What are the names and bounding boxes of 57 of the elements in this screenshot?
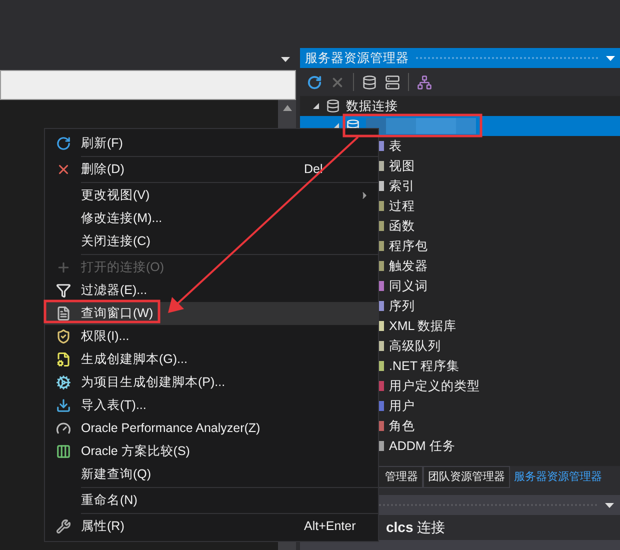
tree-item[interactable]: .NET 程序集: [389, 356, 460, 376]
gauge-icon: [56, 421, 70, 436]
tree-item[interactable]: 数据连接: [346, 96, 398, 116]
dropdown-icon[interactable]: [605, 502, 614, 508]
columns-icon: [56, 444, 70, 459]
refresh-icon: [56, 136, 70, 151]
menu-item[interactable]: 查询窗口(W): [45, 302, 378, 325]
tree-item[interactable]: 表: [389, 136, 402, 156]
tree-item[interactable]: 触发器: [389, 256, 428, 276]
refresh-icon[interactable]: [307, 74, 322, 90]
scroll-up-icon[interactable]: [282, 105, 292, 111]
plus-icon: [56, 260, 70, 275]
tree-item[interactable]: 高级队列: [389, 336, 441, 356]
menu-item[interactable]: 权限(I)...: [45, 325, 378, 348]
menu-item[interactable]: 导入表(T)...: [45, 394, 378, 417]
hierarchy-icon[interactable]: [417, 74, 432, 90]
menu-item[interactable]: 为项目生成创建脚本(P)...: [45, 371, 378, 394]
filter-icon: [56, 283, 70, 298]
menu-item[interactable]: Oracle Performance Analyzer(Z): [45, 417, 378, 440]
tree-item[interactable]: 角色: [389, 416, 415, 436]
menu-item[interactable]: Oracle 方案比较(S): [45, 440, 378, 463]
tree-item[interactable]: 程序包: [389, 236, 428, 256]
download-icon: [56, 398, 70, 413]
tree-item[interactable]: ADDM 任务: [389, 436, 456, 456]
document-icon: [56, 306, 70, 321]
menu-item[interactable]: 过滤器(E)...: [45, 279, 378, 302]
file-gear-icon: [56, 352, 70, 367]
gear-icon: [56, 375, 70, 390]
menu-item[interactable]: 修改连接(M)...: [45, 207, 378, 230]
menu-item[interactable]: 更改视图(V): [45, 184, 378, 207]
tree-item[interactable]: 函数: [389, 216, 415, 236]
tree-item[interactable]: 用户: [389, 396, 415, 416]
tree-item[interactable]: 视图: [389, 156, 415, 176]
database-icon: [326, 99, 340, 113]
tree-item[interactable]: 序列: [389, 296, 415, 316]
tree-item[interactable]: 用户定义的类型: [389, 376, 480, 396]
tree-item[interactable]: 过程: [389, 196, 415, 216]
menu-item[interactable]: 刷新(F): [45, 132, 378, 155]
dropdown-icon[interactable]: [281, 56, 290, 62]
dropdown-icon[interactable]: [606, 56, 615, 60]
database-icon[interactable]: [362, 74, 377, 90]
panel-title: 服务器资源管理器: [305, 50, 409, 67]
wrench-icon: [56, 519, 70, 534]
server-icon[interactable]: [385, 74, 400, 90]
tree-item[interactable]: 同义词: [389, 276, 428, 296]
tree-item[interactable]: XML 数据库: [389, 316, 457, 336]
menu-item[interactable]: 新建查询(Q): [45, 463, 378, 486]
expand-arrow-icon[interactable]: [312, 102, 320, 110]
shield-icon: [56, 329, 70, 344]
menu-item[interactable]: 生成创建脚本(G)...: [45, 348, 378, 371]
menu-item[interactable]: 重命名(N): [45, 489, 378, 512]
tree-item[interactable]: 索引: [389, 176, 415, 196]
panel-item: clcs 连接: [386, 518, 446, 537]
tab[interactable]: 团队资源管理器: [423, 466, 510, 488]
menu-item[interactable]: 删除(D) Del: [45, 158, 378, 181]
menu-item[interactable]: 属性(R) Alt+Enter: [45, 515, 378, 538]
menu-item[interactable]: 关闭连接(C): [45, 230, 378, 253]
